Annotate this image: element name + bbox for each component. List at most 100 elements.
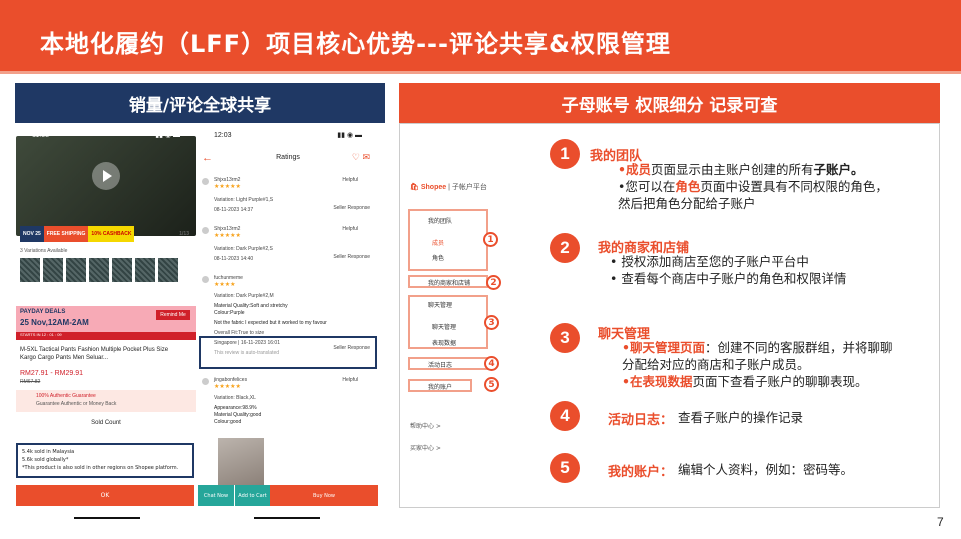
sidebar-my-account[interactable]: 我的账户 xyxy=(428,382,452,391)
star-rating: ★★★★★ xyxy=(214,184,241,190)
marker-3: 3 xyxy=(484,315,499,330)
old-price: RM67.82 xyxy=(20,379,41,385)
sidebar-help-center[interactable]: 帮助中心 > xyxy=(410,421,441,430)
play-icon[interactable] xyxy=(92,162,120,190)
variation: Variation: Dark Purple#2,S xyxy=(214,246,273,252)
variation: Variation: Dark Purple#2,M xyxy=(214,293,274,299)
variation: Variation: Light Purple#1,S xyxy=(214,197,274,203)
sold-line: *This product is also sold in other regi… xyxy=(22,465,179,471)
product-name: M-5XL Tactical Pants Fashion Multiple Po… xyxy=(20,347,169,361)
product-price: RM27.91 - RM29.91 xyxy=(20,370,84,377)
variation-thumb[interactable] xyxy=(112,258,132,282)
step-5-circle: 5 xyxy=(550,453,580,483)
page-number: 7 xyxy=(937,515,944,529)
cart-icon[interactable]: ♡ ✉ xyxy=(352,152,370,163)
section-1-body: •成员页面显示由主账户创建的所有子账户。 •您可以在角色页面中设置具有不同权限的… xyxy=(618,162,888,211)
step-4-circle: 4 xyxy=(550,401,580,431)
page-title: 本地化履约（LFF）项目核心优势---评论共享&权限管理 xyxy=(40,30,671,58)
right-panel-title: 子母账号 权限细分 记录可查 xyxy=(399,83,940,123)
home-indicator xyxy=(74,517,140,519)
marker-1: 1 xyxy=(483,232,498,247)
promo-strip: NOV 25 FREE SHIPPING 10% CASHBACK 1/13 xyxy=(20,226,192,242)
star-rating: ★★★★★ xyxy=(214,384,241,390)
sidebar-roles[interactable]: 角色 xyxy=(432,253,444,262)
reviewer-name: fuchunmeme xyxy=(214,275,243,281)
free-shipping-badge: FREE SHIPPING xyxy=(43,226,89,242)
review-item: Shjxs13rm2 ★★★★★ Variation: Dark Purple#… xyxy=(198,226,378,263)
guarantee-row[interactable]: 100% Authentic Guarantee Guarantee Authe… xyxy=(16,390,196,412)
review-text: Not the fabric I expected but it worked … xyxy=(214,320,327,326)
colour: Colour:good xyxy=(214,419,242,425)
colour: Colour:Purple xyxy=(214,310,245,316)
title-bar: 本地化履约（LFF）项目核心优势---评论共享&权限管理 xyxy=(0,0,961,74)
buy-now-button[interactable]: Buy Now xyxy=(270,485,378,506)
payday-date: 25 Nov,12AM-2AM xyxy=(20,318,89,327)
variation-thumb[interactable] xyxy=(89,258,109,282)
variation-thumbs[interactable] xyxy=(20,258,178,282)
variation-thumb[interactable] xyxy=(158,258,178,282)
review-item: jingabonfelices ★★★★★ Variation: Black,X… xyxy=(198,377,378,426)
seller-response[interactable]: Seller Response xyxy=(333,205,370,212)
section-4-title: 活动日志： xyxy=(608,413,674,428)
section-5-title: 我的账户： xyxy=(608,465,674,480)
remind-me-button[interactable]: Remind Me xyxy=(156,310,190,320)
nov-badge: NOV 25 xyxy=(20,226,44,242)
guarantee-title: 100% Authentic Guarantee xyxy=(36,393,96,399)
signal-icon: ▮▮ ◉ ▬ xyxy=(155,132,180,139)
sidebar-my-team[interactable]: 我的团队 xyxy=(428,216,452,225)
star-rating: ★★★★ xyxy=(214,282,236,288)
section-5-body: 编辑个人资料，例如：密码等。 xyxy=(678,462,854,477)
status-time: 11:58 xyxy=(32,131,49,139)
sidebar-merchant-shop[interactable]: 我的商家和店铺 xyxy=(428,278,470,287)
step-1-circle: 1 xyxy=(550,139,580,169)
sidebar-chat-management[interactable]: 聊天管理 xyxy=(428,300,452,309)
marker-4: 4 xyxy=(484,356,499,371)
sidebar-buyer-center[interactable]: 买家中心 > xyxy=(410,443,441,452)
variations-label: 3 Variations Available xyxy=(20,248,68,254)
seller-response[interactable]: Seller Response xyxy=(333,254,370,261)
buy-bar: Chat Now Add to Cart Buy Now xyxy=(198,485,378,506)
phone-ratings-screen: 12:03 ▮▮ ◉ ▬ ← Ratings ♡ ✉ Shjxs13rm2 ★★★… xyxy=(198,126,378,506)
variation-thumb[interactable] xyxy=(135,258,155,282)
section-2-body: • 授权添加商店至您的子账户平台中 • 查看每个商店中子账户的角色和权限详情 xyxy=(610,254,847,286)
step-3-circle: 3 xyxy=(550,323,580,353)
subaccount-screen: 🛍 Shopee | 子帐户平台 我的团队 成员 角色 1 我的商家和店铺 2 … xyxy=(402,125,939,506)
helpful-button[interactable]: Helpful xyxy=(342,226,358,233)
marker-2: 2 xyxy=(486,275,501,290)
guarantee-sub: Guarantee Authentic or Money Back xyxy=(36,401,117,407)
signal-icon: ▮▮ ◉ ▬ xyxy=(337,132,362,139)
payday-label: PAYDAY DEALS xyxy=(20,309,66,315)
variation-thumb[interactable] xyxy=(66,258,86,282)
review-item: Shjxs13rm2 ★★★★★ Variation: Light Purple… xyxy=(198,177,378,214)
sold-line: 5.4k sold in Malaysia xyxy=(22,449,75,455)
image-counter: 1/13 xyxy=(179,231,189,237)
ok-button[interactable]: OK xyxy=(16,485,194,506)
star-rating: ★★★★★ xyxy=(214,233,241,239)
marker-5: 5 xyxy=(484,377,499,392)
review-photo[interactable] xyxy=(218,438,264,486)
status-time: 12:03 xyxy=(214,131,232,139)
sidebar-chat-sub[interactable]: 聊天管理 xyxy=(432,322,456,331)
sold-count-box: 5.4k sold in Malaysia 5.6k sold globally… xyxy=(16,443,194,478)
sidebar-activity-log[interactable]: 活动日志 xyxy=(428,360,452,369)
variation-thumb[interactable] xyxy=(43,258,63,282)
product-video[interactable] xyxy=(16,136,196,236)
sold-count-title: Sold Count xyxy=(91,420,121,426)
step-2-circle: 2 xyxy=(550,233,580,263)
cashback-badge: 10% CASHBACK xyxy=(88,226,135,242)
material-quality: Material Quality:Soft and stretchy xyxy=(214,303,288,309)
appearance: Appearance:98.9% xyxy=(214,405,257,411)
shopee-logo: 🛍 Shopee | 子帐户平台 xyxy=(410,184,487,191)
section-3-body: •聊天管理页面：创建不同的客服群组，并将聊聊 分配给对应的商店和子账户成员。 •… xyxy=(622,340,893,389)
chat-now-button[interactable]: Chat Now xyxy=(198,485,234,506)
add-to-cart-button[interactable]: Add to Cart xyxy=(234,485,270,506)
helpful-button[interactable]: Helpful xyxy=(342,377,358,384)
left-panel-title: 销量/评论全球共享 xyxy=(15,83,385,123)
home-indicator xyxy=(254,517,320,519)
sidebar-members[interactable]: 成员 xyxy=(432,238,444,247)
helpful-button[interactable]: Helpful xyxy=(342,177,358,184)
material-quality: Material Quality:good xyxy=(214,412,262,418)
sidebar-performance[interactable]: 表现数据 xyxy=(432,338,456,347)
highlight-box xyxy=(199,336,377,369)
variation-thumb[interactable] xyxy=(20,258,40,282)
